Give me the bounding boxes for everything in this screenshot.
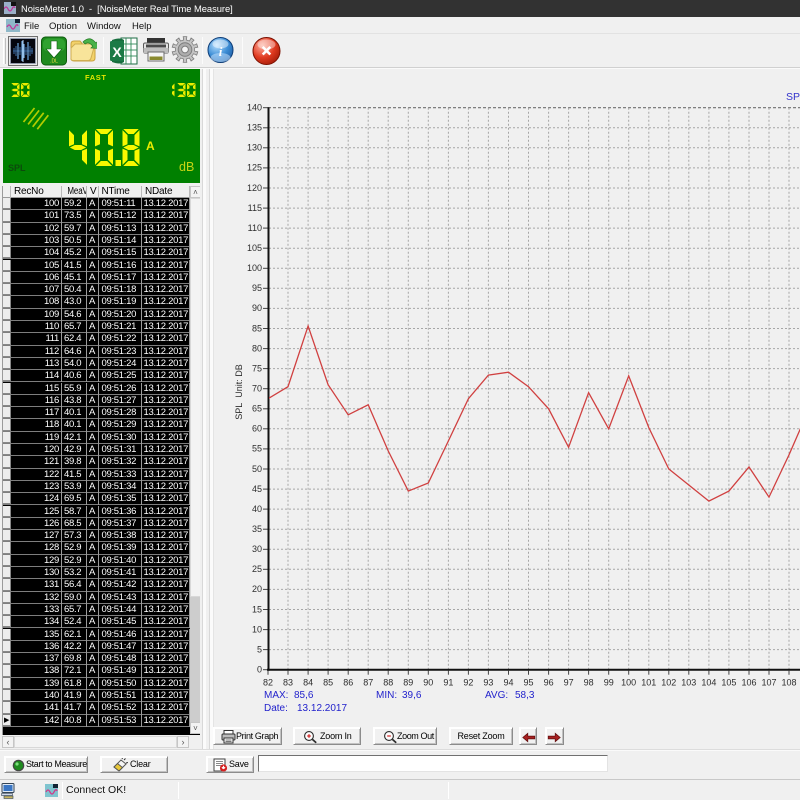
svg-text:75: 75: [252, 363, 262, 373]
svg-text:125: 125: [247, 163, 262, 173]
svg-text:101: 101: [641, 678, 656, 688]
svg-text:100: 100: [247, 263, 262, 273]
svg-text:91: 91: [443, 678, 453, 688]
svg-text:94: 94: [503, 678, 513, 688]
svg-text:108: 108: [781, 678, 796, 688]
svg-text:87: 87: [363, 678, 373, 688]
svg-text:i: i: [219, 44, 223, 59]
svg-text:106: 106: [741, 678, 756, 688]
svg-text:98: 98: [584, 678, 594, 688]
svg-text:X: X: [112, 44, 122, 60]
svg-text:86: 86: [343, 678, 353, 688]
svg-text:103: 103: [681, 678, 696, 688]
svg-text:0: 0: [257, 665, 262, 675]
svg-text:SPL Unit: DB: SPL Unit: DB: [234, 364, 244, 420]
svg-text:5: 5: [257, 644, 262, 654]
svg-text:130: 130: [247, 143, 262, 153]
svg-text:85: 85: [323, 678, 333, 688]
svg-text:15: 15: [252, 604, 262, 614]
svg-text:89: 89: [403, 678, 413, 688]
svg-text:.DL: .DL: [50, 59, 58, 65]
svg-text:107: 107: [761, 678, 776, 688]
svg-text:30: 30: [252, 544, 262, 554]
svg-text:97: 97: [564, 678, 574, 688]
svg-text:105: 105: [721, 678, 736, 688]
svg-text:140: 140: [247, 103, 262, 113]
svg-text:135: 135: [247, 123, 262, 133]
svg-text:20: 20: [252, 584, 262, 594]
svg-text:102: 102: [661, 678, 676, 688]
svg-text:35: 35: [252, 524, 262, 534]
svg-text:25: 25: [252, 564, 262, 574]
svg-text:60: 60: [252, 424, 262, 434]
svg-text:40: 40: [252, 504, 262, 514]
svg-text:96: 96: [544, 678, 554, 688]
svg-text:105: 105: [247, 243, 262, 253]
svg-text:10: 10: [252, 624, 262, 634]
svg-text:SPL: SPL: [786, 91, 800, 103]
svg-text:84: 84: [303, 678, 313, 688]
svg-text:83: 83: [283, 678, 293, 688]
svg-text:92: 92: [463, 678, 473, 688]
svg-text:95: 95: [523, 678, 533, 688]
svg-text:80: 80: [252, 343, 262, 353]
svg-text:100: 100: [621, 678, 636, 688]
svg-text:90: 90: [423, 678, 433, 688]
svg-text:85: 85: [252, 323, 262, 333]
svg-text:70: 70: [252, 384, 262, 394]
svg-text:90: 90: [252, 303, 262, 313]
svg-text:55: 55: [252, 444, 262, 454]
svg-text:120: 120: [247, 183, 262, 193]
svg-text:65: 65: [252, 404, 262, 414]
svg-text:95: 95: [252, 283, 262, 293]
svg-text:82: 82: [263, 678, 273, 688]
svg-text:45: 45: [252, 484, 262, 494]
svg-text:88: 88: [383, 678, 393, 688]
svg-text:104: 104: [701, 678, 716, 688]
svg-text:115: 115: [248, 203, 262, 213]
svg-text:93: 93: [483, 678, 493, 688]
svg-text:99: 99: [604, 678, 614, 688]
svg-text:50: 50: [252, 464, 262, 474]
svg-text:110: 110: [248, 223, 262, 233]
